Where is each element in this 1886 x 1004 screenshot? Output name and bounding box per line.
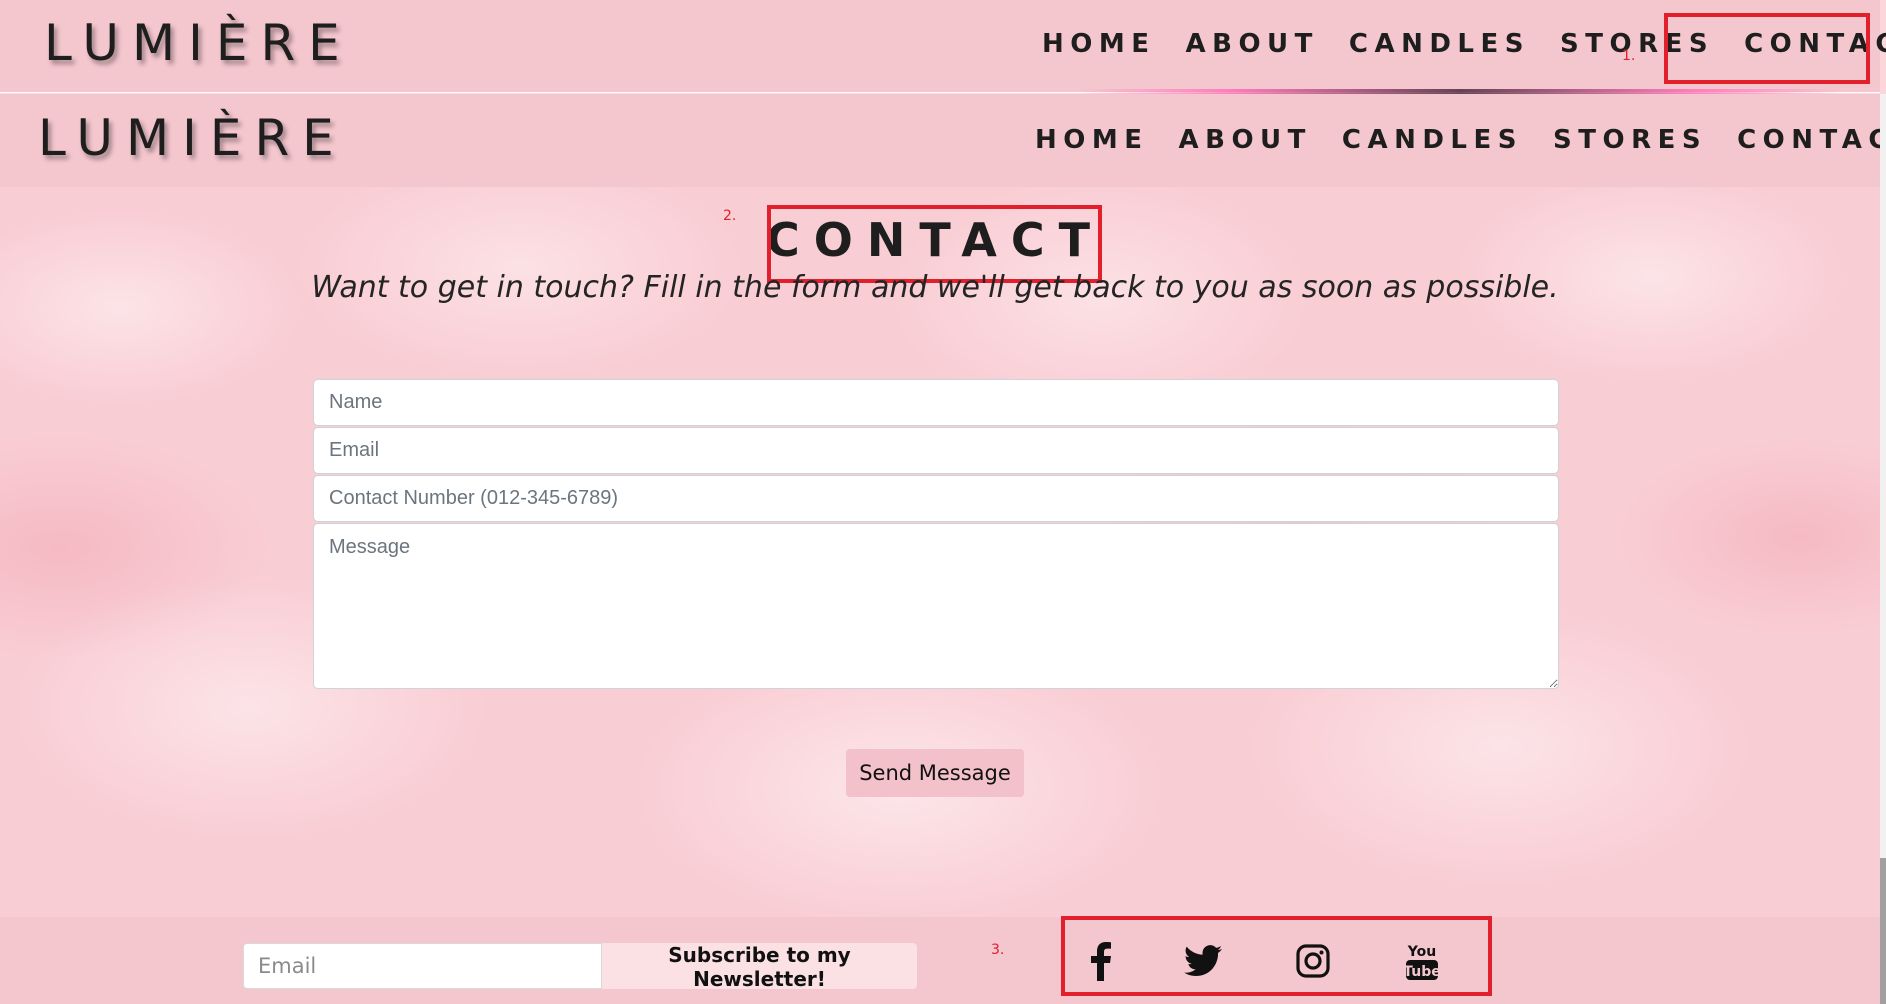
contact-subtitle: Want to get in touch? Fill in the form a… (311, 270, 1559, 305)
sticky-navbar: LUMIÈRE HOME ABOUT CANDLES STORES CONTAC… (0, 0, 1886, 93)
subscribe-button[interactable]: Subscribe to my Newsletter! (602, 943, 917, 991)
annotation-box-3 (1061, 916, 1492, 996)
nav-about[interactable]: ABOUT (1186, 29, 1319, 59)
nav-about-secondary[interactable]: ABOUT (1179, 125, 1312, 155)
annotation-number-1: 1. (1622, 48, 1636, 64)
message-field[interactable] (313, 523, 1559, 689)
nav-contact-secondary[interactable]: CONTACT (1737, 125, 1886, 155)
scrollbar-thumb[interactable] (1880, 858, 1886, 1004)
nav-stores-secondary[interactable]: STORES (1553, 125, 1707, 155)
nav-links-secondary: HOME ABOUT CANDLES STORES CONTACT (1035, 94, 1886, 186)
nav-home-secondary[interactable]: HOME (1035, 125, 1149, 155)
annotation-number-3: 3. (991, 942, 1005, 958)
nav-candles[interactable]: CANDLES (1349, 29, 1530, 59)
page-navbar: LUMIÈRE HOME ABOUT CANDLES STORES CONTAC… (0, 94, 1886, 187)
nav-home[interactable]: HOME (1042, 29, 1156, 59)
newsletter-email-input[interactable] (243, 943, 602, 989)
nav-candles-secondary[interactable]: CANDLES (1342, 125, 1523, 155)
send-message-button[interactable]: Send Message (846, 749, 1024, 797)
brand-logo[interactable]: LUMIÈRE (44, 14, 353, 72)
annotation-box-1 (1664, 13, 1870, 84)
name-field[interactable] (313, 379, 1559, 426)
email-field[interactable] (313, 427, 1559, 474)
annotation-number-2: 2. (723, 208, 737, 224)
brand-logo-secondary[interactable]: LUMIÈRE (38, 109, 347, 167)
footer: Subscribe to my Newsletter! You Tube (0, 917, 1880, 1004)
contact-number-field[interactable] (313, 475, 1559, 522)
